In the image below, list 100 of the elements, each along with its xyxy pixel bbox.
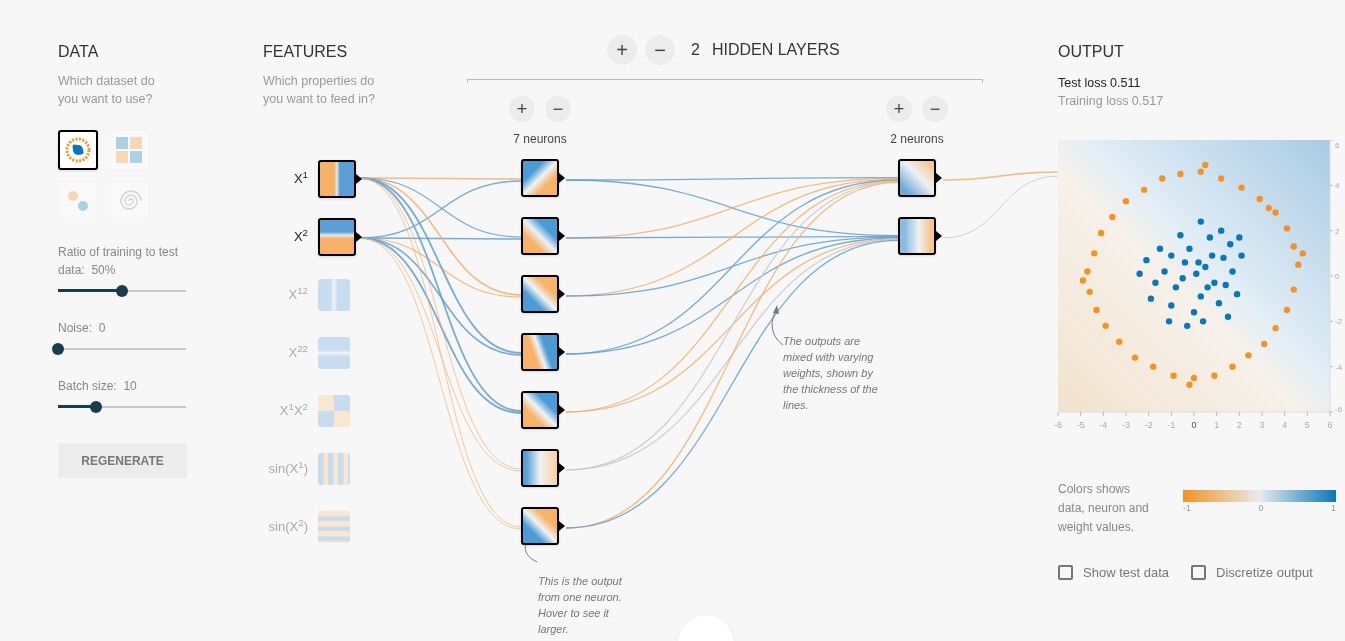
feature-thumbnail[interactable] bbox=[318, 511, 350, 543]
feature-thumbnail[interactable] bbox=[318, 337, 350, 369]
checkbox[interactable] bbox=[1058, 565, 1073, 581]
data-point bbox=[1150, 363, 1157, 370]
tick-label: 4 bbox=[1335, 181, 1340, 191]
remove-layer-button[interactable]: − bbox=[645, 35, 675, 65]
tick-label: 2 bbox=[1335, 226, 1340, 236]
regenerate-button[interactable]: REGENERATE bbox=[58, 443, 187, 478]
checkbox-option[interactable]: Discretize output bbox=[1191, 563, 1313, 583]
data-point bbox=[1186, 245, 1193, 252]
tick-label: -4 bbox=[1099, 420, 1108, 430]
tick-label: 2 bbox=[1236, 420, 1242, 430]
data-point bbox=[1140, 186, 1148, 194]
triangle-icon bbox=[559, 463, 565, 473]
triangle-icon bbox=[559, 231, 565, 241]
data-point bbox=[1256, 195, 1263, 203]
scale-tick-label: 1 bbox=[1330, 502, 1336, 515]
data-point bbox=[1299, 250, 1306, 257]
feature-thumbnail[interactable] bbox=[318, 395, 350, 427]
data-point bbox=[1152, 279, 1159, 286]
data-point bbox=[1143, 256, 1150, 264]
data-point bbox=[1211, 372, 1218, 379]
neuron-thumbnail[interactable] bbox=[521, 391, 559, 429]
tick-label: 4 bbox=[1282, 420, 1288, 430]
neuron-thumbnail[interactable] bbox=[898, 217, 936, 255]
data-point bbox=[1193, 270, 1200, 277]
slider-thumb[interactable] bbox=[52, 343, 64, 355]
data-point bbox=[1097, 229, 1105, 237]
neuron-thumbnail[interactable] bbox=[521, 507, 559, 545]
slider-label: Batch size: 10 bbox=[58, 378, 138, 395]
neuron-thumbnail[interactable] bbox=[898, 159, 936, 197]
triangle-icon bbox=[559, 173, 565, 183]
data-point bbox=[1197, 218, 1204, 225]
tick-label: -1 bbox=[1167, 420, 1176, 430]
feature-thumbnail[interactable] bbox=[318, 218, 356, 256]
data-point bbox=[1109, 213, 1116, 221]
neuron-thumbnail[interactable] bbox=[521, 217, 559, 255]
feature-label: X$^{12}$ bbox=[287, 285, 308, 305]
data-point bbox=[1156, 245, 1164, 252]
triangle-icon bbox=[559, 521, 565, 531]
slider-thumb[interactable] bbox=[116, 285, 128, 297]
quadrant-dataset-icon bbox=[114, 135, 144, 165]
section-subtitle: Which properties do you want to feed in? bbox=[263, 73, 376, 108]
section-title: DATA bbox=[58, 42, 100, 62]
data-point bbox=[1116, 338, 1123, 345]
checkbox-option[interactable]: Show test data bbox=[1058, 563, 1169, 583]
data-point bbox=[1283, 225, 1291, 232]
tick-label: 0 bbox=[1191, 420, 1197, 430]
feature-label: X$^{2}$ bbox=[292, 227, 308, 247]
tick-label: 5 bbox=[1304, 420, 1310, 430]
tick-label: -6 bbox=[1335, 405, 1343, 414]
data-point bbox=[1233, 290, 1241, 298]
add-neuron-button[interactable]: + bbox=[509, 96, 535, 122]
remove-neuron-button[interactable]: − bbox=[922, 96, 948, 122]
triangle-icon bbox=[356, 174, 362, 184]
tick-label: -2 bbox=[1335, 317, 1343, 327]
data-point bbox=[1177, 170, 1184, 178]
triangle-icon bbox=[356, 232, 362, 242]
triangle-icon bbox=[559, 347, 565, 357]
annotation-note: This is the output from one neuron. Hover to see it larger. bbox=[538, 574, 623, 637]
data-point bbox=[1122, 198, 1130, 205]
feature-label: sin(X$^{2}$) bbox=[267, 517, 308, 537]
data-point bbox=[1206, 234, 1214, 241]
feature-thumbnail[interactable] bbox=[318, 279, 350, 311]
feature-thumbnail[interactable] bbox=[318, 453, 350, 485]
neuron-thumbnail[interactable] bbox=[521, 275, 559, 313]
data-point bbox=[1159, 175, 1166, 182]
data-point bbox=[1084, 268, 1091, 275]
data-point bbox=[1091, 250, 1098, 257]
data-point bbox=[1161, 268, 1168, 275]
remove-neuron-button[interactable]: − bbox=[545, 96, 571, 122]
slider-thumb[interactable] bbox=[90, 401, 103, 413]
data-point bbox=[1236, 234, 1243, 241]
data-point bbox=[1295, 261, 1302, 268]
data-point bbox=[1283, 306, 1291, 314]
data-point bbox=[1197, 293, 1204, 300]
data-point bbox=[1168, 252, 1175, 259]
neuron-thumbnail[interactable] bbox=[521, 159, 559, 197]
neuron-thumbnail[interactable] bbox=[521, 333, 559, 371]
data-point bbox=[1220, 254, 1227, 262]
data-point bbox=[1208, 252, 1216, 259]
neuron-thumbnail[interactable] bbox=[521, 449, 559, 487]
checkbox[interactable] bbox=[1191, 565, 1206, 581]
triangle-icon bbox=[559, 289, 565, 299]
data-point bbox=[1290, 243, 1297, 250]
data-point bbox=[1224, 313, 1232, 320]
tick-label: 1 bbox=[1214, 420, 1220, 430]
data-point bbox=[1227, 241, 1234, 248]
add-neuron-button[interactable]: + bbox=[886, 96, 912, 122]
triangle-icon bbox=[559, 405, 565, 415]
add-layer-button[interactable]: + bbox=[607, 35, 637, 65]
tick-label: 6 bbox=[1335, 141, 1340, 150]
data-point bbox=[1290, 286, 1297, 293]
data-point bbox=[1238, 252, 1245, 259]
data-point bbox=[1218, 227, 1225, 234]
scale-tick-label: -1 bbox=[1183, 502, 1191, 515]
dataset-option[interactable] bbox=[58, 130, 98, 170]
data-point bbox=[1184, 322, 1191, 330]
feature-thumbnail[interactable] bbox=[318, 160, 356, 198]
scale-tick-label: 0 bbox=[1258, 502, 1264, 515]
